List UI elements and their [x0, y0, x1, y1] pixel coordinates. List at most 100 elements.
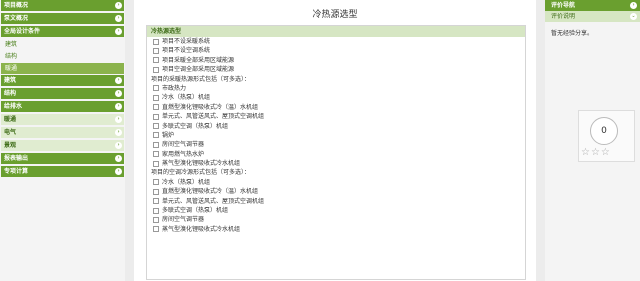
chevron-icon[interactable]: ›	[115, 15, 122, 22]
chevron-icon[interactable]: ›	[115, 77, 122, 84]
sidebar-item-label: 建筑	[4, 77, 17, 84]
sidebar-subitem[interactable]: 结构	[1, 51, 124, 62]
option-label: 直燃型溴化锂吸收式冷（温）水机组	[162, 103, 259, 111]
option-label: 市政热力	[162, 84, 187, 92]
checkbox[interactable]	[153, 198, 159, 205]
eval-nav-header[interactable]: 评价导航 ›	[545, 0, 640, 11]
sidebar-item[interactable]: 电气 ›	[1, 127, 124, 138]
sidebar-item-label: 结构	[4, 90, 17, 97]
checkbox[interactable]	[153, 38, 159, 45]
sidebar-item[interactable]: 给排水 ›	[1, 101, 124, 112]
left-nav: 项目概况 › 泵文概况 › 全局设计条件 › 建筑 结构 暖通 建筑 › 结构 › 给排水 › 暖通 › 电气 › 景…	[0, 0, 125, 281]
checkbox[interactable]	[153, 226, 159, 233]
option-row[interactable]: 冷水（热泵）机组	[147, 178, 525, 187]
checkbox[interactable]	[153, 179, 159, 186]
option-label: 锅炉	[162, 131, 175, 139]
checkbox[interactable]	[153, 123, 159, 130]
option-label: 项目不设采暖系统	[162, 38, 211, 45]
chevron-down-icon[interactable]: ⌄	[630, 13, 637, 20]
checkbox[interactable]	[153, 188, 159, 195]
checkbox[interactable]	[153, 94, 159, 101]
option-label: 蒸气型溴化锂吸收式冷水机组	[162, 160, 241, 168]
option-row[interactable]: 冷水（热泵）机组	[147, 93, 525, 102]
option-row[interactable]: 家用燃气热水炉	[147, 150, 525, 159]
option-row[interactable]: 房间空气调节器	[147, 140, 525, 149]
sidebar-item-label: 暖通	[4, 116, 17, 123]
option-row[interactable]: 多联式空调（热泵）机组	[147, 206, 525, 215]
sidebar-subitem[interactable]: 建筑	[1, 39, 124, 50]
option-row[interactable]: 市政热力	[147, 84, 525, 93]
checkbox[interactable]	[153, 104, 159, 111]
sidebar-item[interactable]: 报表输出 ›	[1, 153, 124, 164]
checkbox[interactable]	[153, 151, 159, 158]
chevron-icon[interactable]: ›	[115, 142, 122, 149]
score-widget: 0 ☆☆☆	[578, 110, 635, 162]
checkbox[interactable]	[153, 141, 159, 148]
eval-desc-header[interactable]: 评价说明 ⌄	[545, 11, 640, 22]
checkbox[interactable]	[153, 160, 159, 167]
option-label: 房间空气调节器	[162, 141, 205, 149]
option-label: 单元式、风管送风式、屋顶式空调机组	[162, 113, 265, 121]
checkbox[interactable]	[153, 216, 159, 223]
main-content: 冷热源选型 冷热源选型 项目不设采暖系统 项目不设空调系统 项目采暖全部采用区域能源…	[134, 0, 536, 281]
option-row[interactable]: 多联式空调（热泵）机组	[147, 122, 525, 131]
option-row[interactable]: 房间空气调节器	[147, 215, 525, 224]
eval-desc-label: 评价说明	[551, 13, 576, 20]
option-label: 多联式空调（热泵）机组	[162, 207, 229, 215]
checkbox[interactable]	[153, 132, 159, 139]
option-row[interactable]: 单元式、风管送风式、屋顶式空调机组	[147, 112, 525, 121]
option-group-label: 项目的采暖热源形式包括（可多选）：	[151, 75, 251, 83]
option-label: 冷水（热泵）机组	[162, 178, 211, 186]
chevron-icon[interactable]: ›	[115, 28, 122, 35]
option-row[interactable]: 蒸气型溴化锂吸收式冷水机组	[147, 225, 525, 234]
sidebar-subitem[interactable]: 暖通	[1, 63, 124, 74]
sidebar-item-label: 项目概况	[4, 2, 29, 9]
chevron-icon[interactable]: ›	[115, 155, 122, 162]
chevron-icon[interactable]: ›	[115, 168, 122, 175]
chevron-icon[interactable]: ›	[630, 2, 637, 9]
checkbox[interactable]	[153, 66, 159, 73]
option-row[interactable]: 单元式、风管送风式、屋顶式空调机组	[147, 197, 525, 206]
sidebar-item[interactable]: 结构 ›	[1, 88, 124, 99]
sidebar-item[interactable]: 建筑 ›	[1, 75, 124, 86]
sidebar-item[interactable]: 泵文概况 ›	[1, 13, 124, 24]
option-row[interactable]: 项目空调全部采用区域能源	[147, 65, 525, 74]
option-label: 房间空气调节器	[162, 216, 205, 224]
checkbox[interactable]	[153, 207, 159, 214]
option-label: 多联式空调（热泵）机组	[162, 122, 229, 130]
eval-nav-label: 评价导航	[551, 2, 576, 9]
option-row[interactable]: 项目不设采暖系统	[147, 37, 525, 46]
chevron-icon[interactable]: ›	[115, 103, 122, 110]
checkbox[interactable]	[153, 57, 159, 64]
option-row[interactable]: 直燃型溴化锂吸收式冷（温）水机组	[147, 187, 525, 196]
option-row[interactable]: 项目采暖全部采用区域能源	[147, 56, 525, 65]
checkbox[interactable]	[153, 85, 159, 92]
checkbox[interactable]	[153, 47, 159, 54]
option-row[interactable]: 蒸气型溴化锂吸收式冷水机组	[147, 159, 525, 168]
checkbox[interactable]	[153, 113, 159, 120]
option-label: 项目不设空调系统	[162, 47, 211, 55]
sidebar-item[interactable]: 全局设计条件 ›	[1, 26, 124, 37]
sidebar-item-label: 电气	[4, 129, 17, 136]
page-title: 冷热源选型	[312, 10, 358, 20]
chevron-icon[interactable]: ›	[115, 90, 122, 97]
score-value: 0	[590, 117, 618, 145]
option-row[interactable]: 锅炉	[147, 131, 525, 140]
sidebar-item[interactable]: 项目概况 ›	[1, 0, 124, 11]
sidebar-item-label: 报表输出	[4, 155, 29, 162]
sidebar-item[interactable]: 专项计算 ›	[1, 166, 124, 177]
option-label: 直燃型溴化锂吸收式冷（温）水机组	[162, 188, 259, 196]
sidebar-item-label: 给排水	[4, 103, 23, 110]
option-label: 冷水（热泵）机组	[162, 94, 211, 102]
chevron-icon[interactable]: ›	[115, 116, 122, 123]
star-rating-icon[interactable]: ☆☆☆	[581, 147, 611, 158]
chevron-icon[interactable]: ›	[115, 2, 122, 9]
option-row[interactable]: 项目不设空调系统	[147, 46, 525, 55]
sidebar-item[interactable]: 暖通 ›	[1, 114, 124, 125]
sidebar-item-label: 景观	[4, 142, 17, 149]
option-label: 蒸气型溴化锂吸收式冷水机组	[162, 225, 241, 233]
option-row[interactable]: 直燃型溴化锂吸收式冷（温）水机组	[147, 103, 525, 112]
chevron-icon[interactable]: ›	[115, 129, 122, 136]
note-text: 暂无经验分享。	[551, 30, 594, 37]
sidebar-item[interactable]: 景观 ›	[1, 140, 124, 151]
